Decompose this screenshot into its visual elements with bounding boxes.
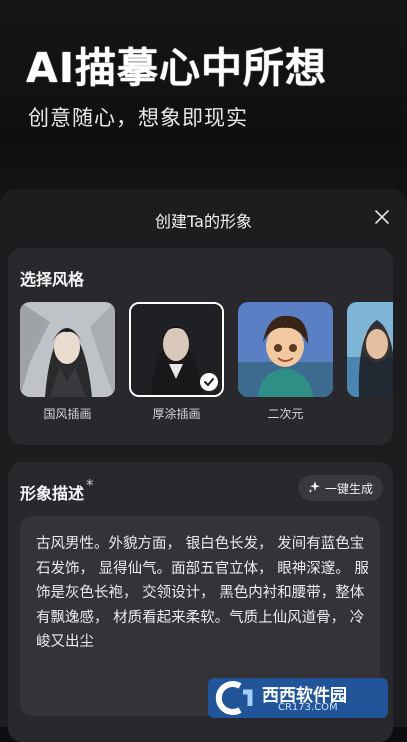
auto-generate-label: 一键生成 (324, 481, 373, 496)
close-icon[interactable] (373, 208, 391, 226)
style-thumbnail-anime (238, 302, 333, 397)
selected-check-icon (200, 373, 218, 391)
style-label-houtu: 厚涂插画 (152, 407, 201, 421)
style-thumbnail-houtu (129, 302, 224, 397)
sheet-title: 创建Ta的形象 (155, 212, 252, 231)
watermark-logo: 西西软件园 CR173.COM (208, 678, 388, 718)
style-section-title: 选择风格 (20, 270, 85, 289)
description-section-title: 形象描述 * (20, 476, 94, 504)
description-text: 古风男性。外貌方面， 银白色长发， 发间有蓝色宝石发饰， 显得仙气。面部五官立体… (36, 536, 369, 650)
create-avatar-sheet: 创建Ta的形象 选择风格 国风插画 厚涂插画 二次元 形象描述 * 一键生成 古… (0, 189, 407, 742)
style-label-anime: 二次元 (267, 407, 304, 421)
style-section: 选择风格 国风插画 厚涂插画 二次元 (8, 248, 393, 445)
description-title-text: 形象描述 (20, 484, 85, 503)
hero-subtitle: 创意随心，想象即现实 (28, 106, 248, 130)
style-option-realistic[interactable] (347, 302, 393, 405)
style-option-anime[interactable]: 二次元 (238, 302, 333, 422)
style-thumbnail-realistic (347, 302, 393, 397)
hero-title: AI描摹心中所想 (26, 44, 327, 92)
style-label-guofeng: 国风插画 (43, 407, 92, 421)
style-thumbnail-guofeng (20, 302, 115, 397)
hero-banner: AI描摹心中所想 创意随心，想象即现实 (0, 0, 407, 200)
sparkle-icon (308, 480, 321, 496)
required-mark: * (86, 476, 94, 494)
watermark-url: CR173.COM (278, 702, 338, 713)
style-option-houtu[interactable]: 厚涂插画 (129, 302, 224, 422)
style-option-guofeng[interactable]: 国风插画 (20, 302, 115, 422)
auto-generate-button[interactable]: 一键生成 (297, 475, 383, 501)
style-list[interactable]: 国风插画 厚涂插画 二次元 (20, 302, 393, 422)
